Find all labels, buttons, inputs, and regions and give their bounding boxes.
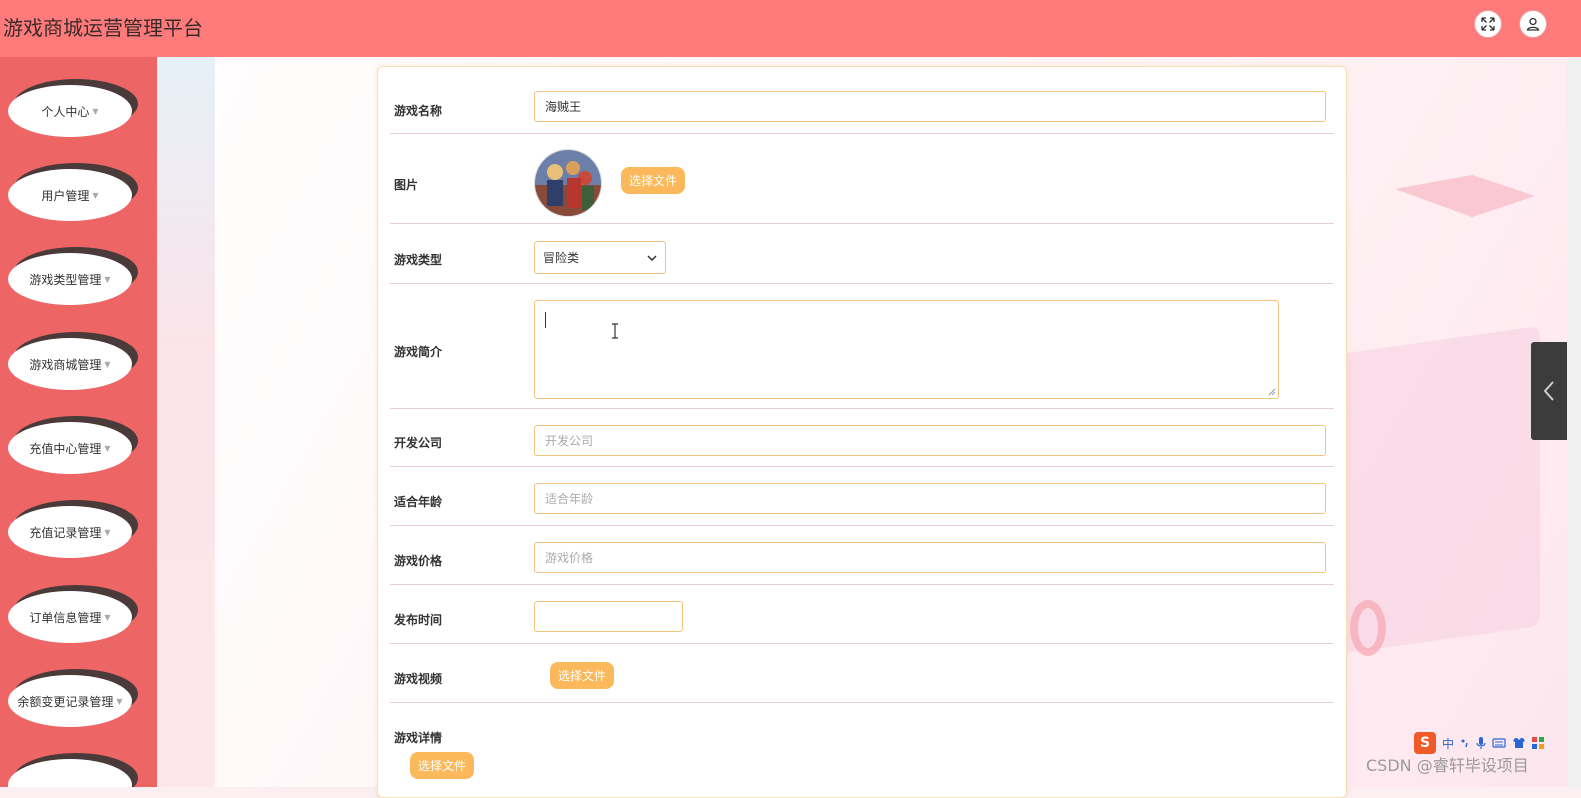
side-panel-toggle[interactable] [1531,342,1567,440]
caret-down-icon: ▼ [104,612,111,622]
chevron-left-icon [1543,381,1554,401]
sidebar-item-label: 个人中心 [41,104,90,119]
resize-handle-icon[interactable] [1266,386,1276,396]
age-input[interactable] [534,483,1326,514]
image-label: 图片 [394,178,419,192]
release-time-label: 发布时间 [394,613,443,627]
sidebar-item-more[interactable] [8,753,138,787]
game-type-label: 游戏类型 [394,253,443,267]
sidebar: 个人中心 ▼ 用户管理 ▼ 游戏类型管理 ▼ 游戏商城管理 ▼ 充值中心管理 ▼ 充值记录… [0,57,157,787]
decorative-ring [1350,600,1386,656]
skin-icon[interactable] [1512,737,1526,749]
game-type-select[interactable]: 冒险类 [534,241,666,274]
image-choose-file-button[interactable]: 选择文件 [621,167,686,194]
app-title: 游戏商城运营管理平台 [3,16,203,40]
form-row-release: 发布时间 [390,584,1334,644]
sidebar-item-order-info-management[interactable]: 订单信息管理 ▼ [8,585,138,645]
text-cursor [545,312,546,328]
game-type-selected: 冒险类 [543,251,580,265]
microphone-icon[interactable] [1476,736,1486,750]
price-label: 游戏价格 [394,554,443,568]
sidebar-item-personal-center[interactable]: 个人中心 ▼ [8,79,138,139]
game-edit-form: 游戏名称 图片 选择文件 游戏类型 冒险类 游 [377,66,1347,798]
sidebar-item-recharge-center-management[interactable]: 充值中心管理 ▼ [8,416,138,476]
sidebar-item-user-management[interactable]: 用户管理 ▼ [8,163,138,223]
punctuation-icon[interactable] [1460,737,1470,749]
sidebar-item-label: 用户管理 [41,188,90,203]
sidebar-item-game-type-management[interactable]: 游戏类型管理 ▼ [8,247,138,307]
price-input[interactable] [534,542,1326,573]
background-left [157,57,215,787]
sidebar-item-label: 游戏商城管理 [29,357,102,372]
game-intro-textarea[interactable] [534,300,1279,399]
sidebar-item-balance-change-management[interactable]: 余额变更记录管理 ▼ [8,669,138,729]
caret-down-icon: ▼ [92,190,99,200]
caret-down-icon: ▼ [104,274,111,284]
developer-input[interactable] [534,425,1326,456]
detail-label: 游戏详情 [394,731,443,745]
page-scrollbar[interactable] [1567,57,1581,787]
chevron-down-icon [647,254,657,261]
ime-mode[interactable]: 中 [1442,735,1454,752]
sidebar-item-game-store-management[interactable]: 游戏商城管理 ▼ [8,332,138,392]
video-choose-file-button[interactable]: 选择文件 [550,662,615,689]
sidebar-item-label: 余额变更记录管理 [17,694,114,709]
caret-down-icon: ▼ [104,527,111,537]
video-label: 游戏视频 [394,672,443,686]
release-time-input[interactable] [534,601,683,632]
csdn-watermark: CSDN @睿轩毕设项目 [1366,756,1529,775]
form-row-video: 游戏视频 选择文件 [390,643,1334,703]
form-row-price: 游戏价格 [390,525,1334,585]
form-row-image: 图片 选择文件 [390,133,1334,224]
form-row-age: 适合年龄 [390,466,1334,526]
caret-down-icon: ▼ [116,696,123,706]
fullscreen-icon[interactable] [1474,10,1502,38]
sidebar-item-recharge-record-management[interactable]: 充值记录管理 ▼ [8,500,138,560]
grid-menu-icon[interactable] [1532,737,1545,749]
caret-down-icon: ▼ [92,106,99,116]
sidebar-item-label: 充值记录管理 [29,525,102,540]
game-name-input[interactable] [534,91,1326,122]
game-name-label: 游戏名称 [394,104,443,118]
form-row-type: 游戏类型 冒险类 [390,223,1334,284]
ime-toolbar[interactable]: S 中 [1414,732,1562,754]
game-intro-label: 游戏简介 [394,345,443,359]
text-cursor-pointer-icon [612,323,618,339]
keyboard-icon[interactable] [1492,737,1506,749]
age-label: 适合年龄 [394,495,443,509]
form-row-detail: 游戏详情 选择文件 [390,702,1334,782]
developer-label: 开发公司 [394,436,443,450]
sidebar-item-label: 游戏类型管理 [29,272,102,287]
form-row-developer: 开发公司 [390,408,1334,467]
form-row-intro: 游戏简介 [390,283,1334,409]
form-row-name: 游戏名称 [390,83,1334,134]
ime-logo-icon[interactable]: S [1414,732,1436,754]
sidebar-item-label: 充值中心管理 [29,441,102,456]
detail-choose-file-button[interactable]: 选择文件 [410,752,475,779]
caret-down-icon: ▼ [104,359,111,369]
caret-down-icon: ▼ [104,443,111,453]
top-bar: 游戏商城运营管理平台 [0,0,1581,57]
sidebar-item-label: 订单信息管理 [29,610,102,625]
game-image-thumbnail [534,149,602,217]
user-icon[interactable] [1519,10,1547,38]
